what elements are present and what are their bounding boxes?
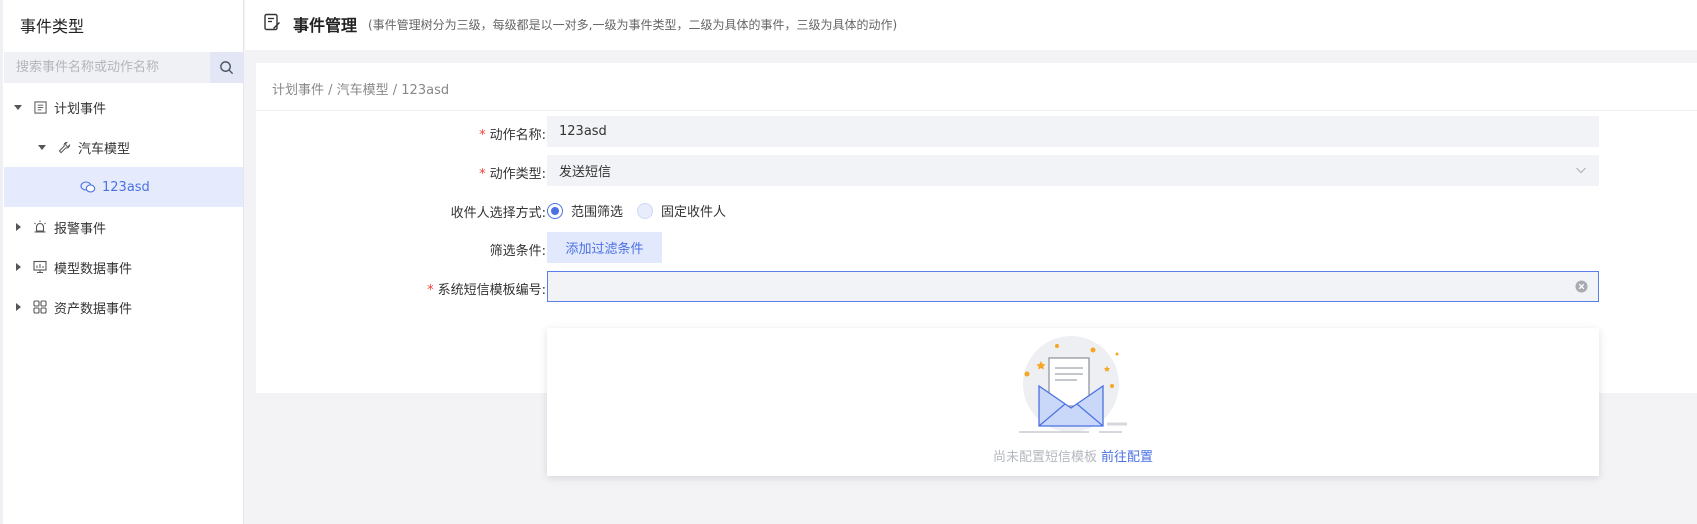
action-type-select[interactable]: 发送短信 [547,155,1599,186]
tree-item-model-data-events[interactable]: 模型数据事件 [4,247,243,287]
edit-document-icon [263,13,281,35]
caret-right-icon[interactable] [12,261,24,273]
action-type-value: 发送短信 [559,165,612,180]
grid-apps-icon [32,299,48,315]
chevron-down-icon [1575,164,1587,180]
action-type-label: * 动作类型: [256,163,546,182]
recipient-mode-label: 收件人选择方式: [450,206,546,221]
alarm-light-icon [32,219,48,235]
tree-item-label: 模型数据事件 [54,261,133,277]
required-mark: * [479,128,486,143]
empty-state-message: 尚未配置短信模板 前往配置 [547,446,1599,465]
recipient-mode-radio-group: 范围筛选 固定收件人 [547,201,726,220]
search-box [4,52,243,83]
radio-fixed-recipient[interactable] [637,202,654,219]
action-name-input[interactable]: 123asd [547,116,1599,147]
tree-item-label: 汽车模型 [78,141,131,157]
tree-item-alarm-events[interactable]: 报警事件 [4,207,243,247]
breadcrumb: 计划事件 / 汽车模型 / 123asd [272,83,450,98]
filter-label: 筛选条件: [489,244,546,259]
go-configure-link[interactable]: 前往配置 [1101,450,1153,465]
caret-right-icon[interactable] [12,221,24,233]
document-list-icon [32,99,48,115]
action-name-label-text: 动作名称: [489,128,546,143]
monitor-chart-icon [32,259,48,275]
radio-fixed-recipient-label[interactable]: 固定收件人 [661,201,726,220]
sidebar: 事件类型 计划事件 汽车模型 123asd 报警事件 模型数据事件 资产数据事件 [0,0,244,524]
action-name-label: * 动作名称: [256,124,546,143]
radio-range-filter[interactable] [547,202,563,219]
page-header: 事件管理 (事件管理树分为三级，每级都是以一对多,一级为事件类型，二级为具体的事… [245,0,1697,50]
add-filter-button[interactable]: 添加过滤条件 [547,232,662,263]
required-mark: * [479,167,486,182]
tree-item-label: 123asd [102,179,150,195]
tree-item-label: 资产数据事件 [54,301,133,317]
tree-item-asset-data-events[interactable]: 资产数据事件 [4,287,243,327]
empty-envelope-illustration [1019,336,1127,433]
caret-right-icon[interactable] [12,301,24,313]
tree-item-car-model[interactable]: 汽车模型 [4,127,243,167]
caret-down-icon[interactable] [12,101,24,113]
tree-item-123asd[interactable]: 123asd [4,167,243,207]
action-type-label-text: 动作类型: [489,167,546,182]
template-select[interactable] [547,271,1599,302]
required-mark: * [427,283,434,298]
page-subtitle: (事件管理树分为三级，每级都是以一对多,一级为事件类型，二级为具体的事件，三级为… [368,18,898,32]
sidebar-edge [0,0,3,524]
message-bubbles-icon [80,179,96,195]
tree-item-label: 报警事件 [54,221,107,237]
template-label-text: 系统短信模板编号: [437,283,546,298]
action-name-value: 123asd [559,124,607,139]
search-icon [220,61,234,75]
page-title: 事件管理 [293,16,358,35]
divider [256,110,1697,111]
tree-item-plan-events[interactable]: 计划事件 [4,87,243,127]
caret-down-icon[interactable] [36,141,48,153]
search-button[interactable] [210,52,243,83]
empty-state-text: 尚未配置短信模板 [992,450,1097,465]
tree-item-label: 计划事件 [54,101,107,117]
search-input[interactable] [4,52,210,83]
template-dropdown: 尚未配置短信模板 前往配置 [547,328,1599,476]
radio-range-filter-label[interactable]: 范围筛选 [571,201,623,220]
sidebar-title: 事件类型 [20,17,85,36]
template-label: * 系统短信模板编号: [256,279,546,298]
clear-icon[interactable] [1575,280,1588,297]
wrench-icon [56,139,72,155]
